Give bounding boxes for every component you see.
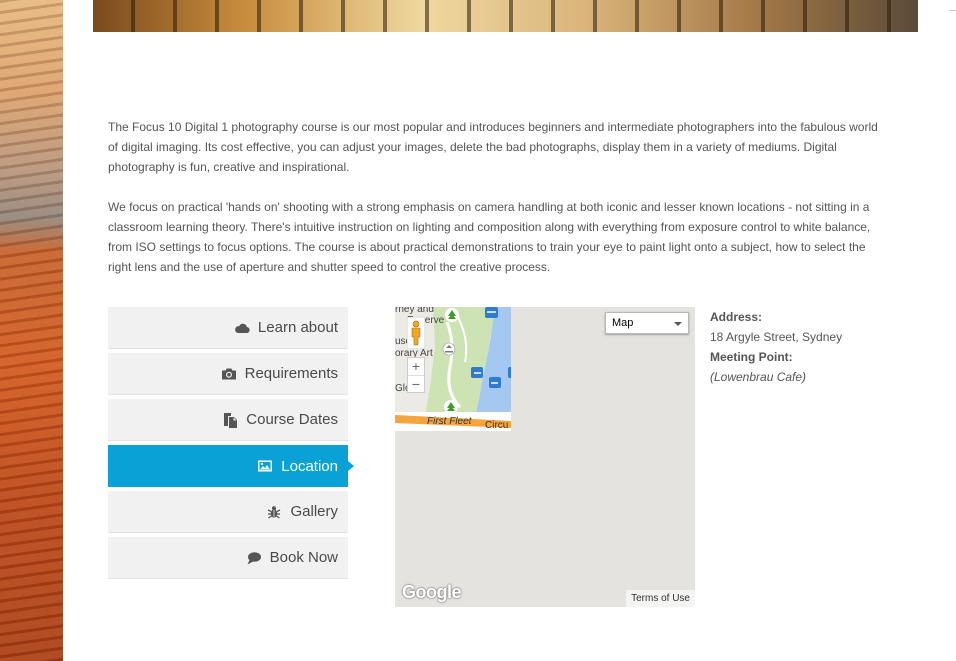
tab-label: Requirements [244,365,338,382]
map-label: rney and [395,307,434,315]
tab-label: Book Now [269,549,338,566]
tab-label: Location [281,457,338,475]
zoom-in-button[interactable]: + [408,358,424,375]
map-tile: rney and Reserve use of orary Art Global… [395,307,511,431]
tab-label: Course Dates [246,411,338,428]
google-logo: Google [402,582,462,602]
copy-icon [222,412,238,428]
tab-gallery[interactable]: Gallery [108,491,348,533]
intro-paragraph-2: We focus on practical 'hands on' shootin… [108,200,871,274]
map-type-value: Map [612,317,634,329]
street-label: First Fleet [427,416,472,427]
chevron-down-icon [674,322,682,326]
camera-icon [221,366,237,382]
address-value: 18 Argyle Street, Sydney [710,330,843,344]
tab-label: Learn about [257,319,338,336]
intro-paragraph-1: The Focus 10 Digital 1 photography cours… [108,120,878,174]
tab-learn-about[interactable]: Learn about [108,307,348,349]
address-block: Address: 18 Argyle Street, Sydney Meetin… [710,307,842,387]
location-map[interactable]: rney and Reserve use of orary Art Global… [395,307,695,607]
tab-location[interactable]: Location [108,445,354,487]
hero-image [93,0,918,32]
bug-icon [266,504,282,520]
image-icon [257,458,273,474]
tab-requirements[interactable]: Requirements [108,353,348,395]
tab-course-dates[interactable]: Course Dates [108,399,348,441]
zoom-control: + − [407,357,425,393]
content-area: The Focus 10 Digital 1 photography cours… [63,0,956,661]
pegman-icon[interactable] [406,316,426,350]
tab-label: Gallery [290,503,338,520]
meeting-point-label: Meeting Point: [710,350,793,364]
divider [949,10,956,11]
tab-book-now[interactable]: Book Now [108,537,348,579]
street-label: Circu [485,420,509,431]
meeting-point-value: (Lowenbrau Cafe) [710,370,807,384]
course-tabs: Learn about Requirements Course Dates Lo… [108,307,354,583]
zoom-out-button[interactable]: − [408,375,424,393]
address-label: Address: [710,310,763,324]
map-type-select[interactable]: Map [605,312,689,334]
background-desert-image [0,0,63,661]
comment-icon [246,550,262,566]
cloud-icon [234,320,250,336]
terms-of-use-link[interactable]: Terms of Use [626,590,695,607]
